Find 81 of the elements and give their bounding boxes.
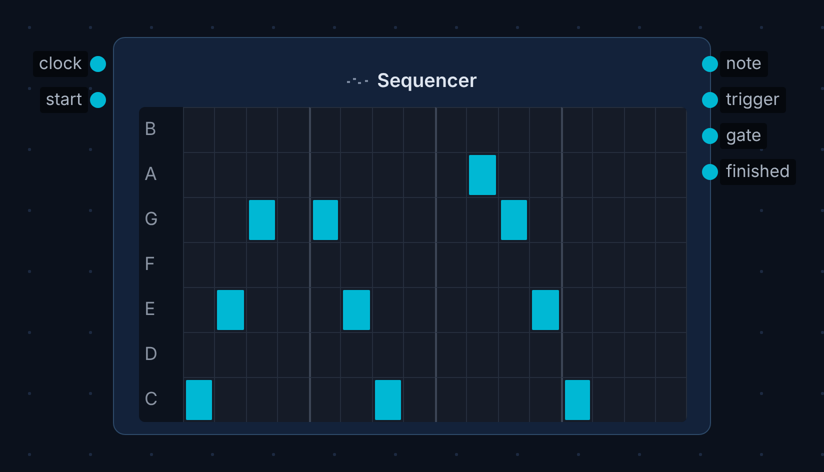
step-cell[interactable] [308,152,340,197]
step-cell[interactable] [655,107,686,152]
step-cell[interactable] [308,287,340,332]
step-cell[interactable] [372,287,403,332]
step-cell[interactable] [403,197,434,242]
step-cell-active[interactable] [340,287,372,332]
step-cell-active[interactable] [498,197,529,242]
step-cell[interactable] [434,377,466,422]
step-cell[interactable] [560,107,592,152]
step-cell[interactable] [560,197,592,242]
note-label: F [144,253,156,277]
input-port[interactable] [90,56,106,72]
note-label: E [144,298,156,322]
step-cell-active[interactable] [560,377,592,422]
step-cell[interactable] [403,107,434,152]
input-port[interactable] [90,92,106,108]
note-label: A [144,163,158,187]
step-cell[interactable] [529,107,560,152]
step-cell-active[interactable] [182,377,214,422]
note-label: G [144,208,159,232]
step-cell[interactable] [434,287,466,332]
step-cell[interactable] [560,242,592,287]
port-label: gate [720,123,768,149]
output-port[interactable] [702,164,718,180]
step-cell[interactable] [434,152,466,197]
step-cell[interactable] [403,287,434,332]
port-label: trigger [720,87,786,113]
step-cell[interactable] [529,152,560,197]
step-cell[interactable] [434,242,466,287]
step-cell[interactable] [434,107,466,152]
step-cell[interactable] [308,242,340,287]
step-cell[interactable] [529,377,560,422]
step-cell[interactable] [529,332,560,377]
step-cell[interactable] [182,332,214,377]
step-cell[interactable] [403,242,434,287]
port-label: clock [32,51,88,77]
step-cell[interactable] [277,107,308,152]
step-cell[interactable] [434,332,466,377]
note-label: B [144,118,158,142]
note-label: C [144,388,159,412]
step-cell[interactable] [308,107,340,152]
output-port[interactable] [702,128,718,144]
step-cell[interactable] [277,197,308,242]
step-cell[interactable] [403,152,434,197]
step-cell[interactable] [182,152,214,197]
step-cell[interactable] [529,197,560,242]
step-cell[interactable] [403,332,434,377]
step-cell-active[interactable] [372,377,403,422]
step-cell[interactable] [277,152,308,197]
step-cell[interactable] [182,242,214,287]
port-label: finished [720,159,796,185]
step-cell-active[interactable] [214,287,246,332]
step-cell[interactable] [655,377,686,422]
step-cell[interactable] [246,287,277,332]
output-port[interactable] [702,92,718,108]
step-cell-active[interactable] [308,197,340,242]
dots-icon [347,77,370,85]
step-cell-active[interactable] [246,197,277,242]
output-port[interactable] [702,56,718,72]
step-cell[interactable] [277,377,308,422]
port-label: start [40,87,88,113]
step-cell[interactable] [308,332,340,377]
step-cell[interactable] [403,377,434,422]
node-title: Sequencer [377,68,477,94]
step-cell[interactable] [498,152,529,197]
step-cell[interactable] [182,197,214,242]
note-label: D [144,343,158,367]
step-cell[interactable] [560,287,592,332]
step-cell[interactable] [560,152,592,197]
step-cell[interactable] [182,287,214,332]
step-cell[interactable] [529,242,560,287]
step-cell-active[interactable] [466,152,498,197]
step-cell[interactable] [434,197,466,242]
step-cell-active[interactable] [529,287,560,332]
step-cell[interactable] [277,287,308,332]
step-cell[interactable] [560,332,592,377]
step-cell[interactable] [308,377,340,422]
step-cell[interactable] [277,242,308,287]
port-label: note [720,51,768,77]
step-cell[interactable] [277,332,308,377]
step-cell[interactable] [182,107,214,152]
